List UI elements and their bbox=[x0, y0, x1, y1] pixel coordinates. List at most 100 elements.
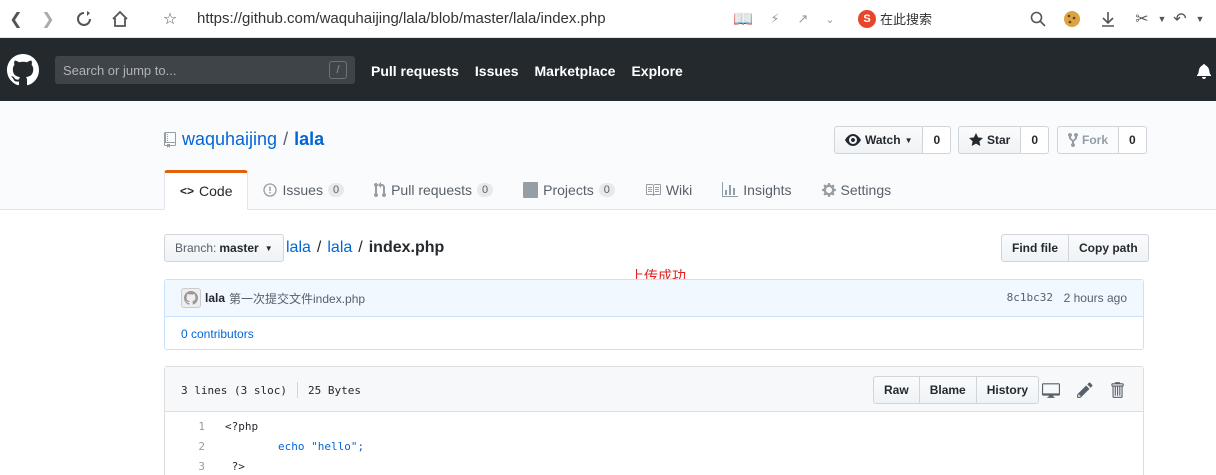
watch-button[interactable]: Watch ▼ bbox=[834, 126, 924, 154]
line-code: echo "hello"; bbox=[225, 439, 365, 453]
tab-projects[interactable]: Projects 0 bbox=[508, 170, 630, 210]
pulls-count: 0 bbox=[477, 183, 494, 197]
issues-count: 0 bbox=[327, 183, 345, 197]
project-icon bbox=[523, 182, 539, 198]
history-button[interactable]: History bbox=[975, 376, 1040, 404]
commit-tease: lala 第一次提交文件index.php 8c1bc32 2 hours ag… bbox=[164, 279, 1144, 350]
nav-pull-requests[interactable]: Pull requests bbox=[371, 63, 459, 79]
back-icon[interactable]: ❮ bbox=[6, 9, 26, 29]
browser-search[interactable]: S 在此搜索 bbox=[858, 9, 932, 28]
commit-author[interactable]: lala bbox=[205, 291, 225, 305]
trash-icon[interactable] bbox=[1108, 381, 1126, 399]
star-group: Star 0 bbox=[958, 126, 1050, 154]
contributors-row: 0 contributors bbox=[165, 317, 1143, 350]
chevron-down-icon[interactable]: ▼ bbox=[1190, 9, 1210, 29]
branch-select-button[interactable]: Branch: master ▼ bbox=[164, 234, 284, 262]
github-logo-icon bbox=[184, 291, 198, 305]
issue-icon bbox=[263, 183, 278, 197]
avatar[interactable] bbox=[181, 288, 201, 308]
repo-owner-link[interactable]: waquhaijing bbox=[182, 129, 277, 150]
search-icon[interactable] bbox=[1028, 9, 1048, 29]
line-code: <?php bbox=[225, 419, 259, 433]
commit-time: 2 hours ago bbox=[1063, 291, 1127, 305]
scissors-icon[interactable]: ✂ bbox=[1132, 9, 1152, 29]
file-size: 25 Bytes bbox=[307, 383, 361, 397]
reader-icon[interactable]: 📖 bbox=[733, 9, 753, 29]
breadcrumb: lala / lala / index.php bbox=[286, 239, 444, 257]
repo-title-separator: / bbox=[283, 129, 289, 149]
home-icon[interactable] bbox=[110, 9, 130, 29]
slash-key-hint: / bbox=[329, 61, 347, 79]
breadcrumb-repo[interactable]: lala bbox=[286, 239, 311, 257]
github-logo-icon[interactable] bbox=[7, 54, 39, 86]
header-nav: Pull requests Issues Marketplace Explore bbox=[371, 63, 683, 79]
fork-count[interactable]: 0 bbox=[1119, 126, 1147, 154]
branch-name: master bbox=[219, 241, 259, 255]
chevron-down-icon[interactable]: ▼ bbox=[1152, 9, 1172, 29]
cookie-icon[interactable] bbox=[1062, 9, 1082, 29]
file-nav-buttons: Find file Copy path bbox=[1001, 234, 1149, 262]
forward-icon[interactable]: ❯ bbox=[38, 9, 58, 29]
fork-button[interactable]: Fork bbox=[1057, 126, 1120, 154]
watch-count[interactable]: 0 bbox=[923, 126, 952, 154]
desktop-icon[interactable] bbox=[1042, 381, 1060, 399]
github-header: / Pull requests Issues Marketplace Explo… bbox=[0, 38, 1216, 101]
fork-group: Fork 0 bbox=[1057, 126, 1147, 154]
tab-settings-label: Settings bbox=[840, 182, 892, 198]
lightning-icon[interactable]: ⚡ bbox=[765, 9, 785, 29]
line-number[interactable]: 1 bbox=[165, 420, 205, 433]
branch-prefix: Branch: bbox=[175, 241, 217, 255]
projects-count: 0 bbox=[598, 183, 615, 197]
address-bar[interactable]: https://github.com/waquhaijing/lala/blob… bbox=[197, 10, 606, 27]
breadcrumb-file: index.php bbox=[368, 239, 445, 256]
tab-issues-label: Issues bbox=[282, 182, 323, 198]
notification-bell-icon[interactable] bbox=[1196, 63, 1212, 79]
share-icon[interactable]: ↗ bbox=[793, 9, 813, 29]
repo-icon bbox=[164, 131, 176, 148]
nav-issues[interactable]: Issues bbox=[475, 63, 519, 79]
raw-button[interactable]: Raw bbox=[873, 376, 920, 404]
code-line: 1 <?php bbox=[165, 416, 1143, 436]
file-lines-info: 3 lines (3 sloc) bbox=[181, 383, 287, 397]
tab-settings[interactable]: Settings bbox=[807, 170, 907, 210]
code-line: 2 echo "hello"; bbox=[165, 436, 1143, 456]
reload-icon[interactable] bbox=[74, 9, 94, 29]
repo-name-link[interactable]: lala bbox=[294, 129, 324, 150]
tab-wiki[interactable]: Wiki bbox=[630, 170, 707, 210]
commit-row: lala 第一次提交文件index.php 8c1bc32 2 hours ag… bbox=[165, 280, 1143, 317]
caret-down-icon: ▼ bbox=[264, 243, 273, 253]
chevron-down-icon[interactable]: ⌄ bbox=[820, 9, 840, 29]
nav-explore[interactable]: Explore bbox=[631, 63, 682, 79]
download-icon[interactable] bbox=[1098, 9, 1118, 29]
breadcrumb-folder[interactable]: lala bbox=[327, 239, 352, 257]
bookmark-star-icon[interactable]: ☆ bbox=[160, 9, 180, 29]
file-view-buttons: Raw Blame History bbox=[873, 376, 1040, 404]
eye-icon bbox=[845, 134, 861, 146]
line-number[interactable]: 3 bbox=[165, 460, 205, 473]
star-icon bbox=[969, 133, 983, 146]
commit-sha[interactable]: 8c1bc32 bbox=[1007, 291, 1053, 304]
star-button[interactable]: Star bbox=[958, 126, 1022, 154]
tab-insights[interactable]: Insights bbox=[707, 170, 806, 210]
watch-label: Watch bbox=[865, 133, 901, 147]
github-search[interactable]: / bbox=[55, 56, 355, 84]
code-line: 3 ?> bbox=[165, 456, 1143, 475]
undo-icon[interactable]: ↶ bbox=[1170, 9, 1190, 29]
line-number[interactable]: 2 bbox=[165, 440, 205, 453]
find-file-button[interactable]: Find file bbox=[1001, 234, 1069, 262]
nav-marketplace[interactable]: Marketplace bbox=[535, 63, 616, 79]
blame-button[interactable]: Blame bbox=[918, 376, 977, 404]
tab-pull-requests[interactable]: Pull requests 0 bbox=[359, 170, 508, 210]
star-count[interactable]: 0 bbox=[1021, 126, 1050, 154]
contributors-link[interactable]: 0 contributors bbox=[181, 327, 254, 341]
commit-message[interactable]: 第一次提交文件index.php bbox=[229, 290, 365, 307]
breadcrumb-separator: / bbox=[316, 239, 322, 256]
pencil-icon[interactable] bbox=[1076, 381, 1094, 399]
repo-title: waquhaijing / lala bbox=[164, 129, 324, 150]
fork-icon bbox=[1068, 133, 1078, 147]
tab-issues[interactable]: Issues 0 bbox=[248, 170, 359, 210]
code-body: 1 <?php 2 echo "hello"; 3 ?> bbox=[165, 412, 1143, 475]
copy-path-button[interactable]: Copy path bbox=[1069, 234, 1149, 262]
tab-code[interactable]: <> Code bbox=[164, 170, 249, 210]
github-search-input[interactable] bbox=[55, 56, 325, 84]
